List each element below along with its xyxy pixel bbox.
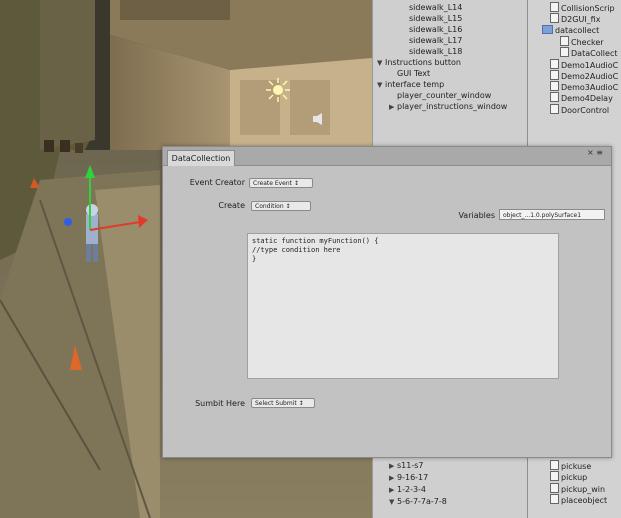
script-file-icon (550, 13, 559, 24)
hierarchy-item[interactable]: sidewalk_L16 (401, 24, 462, 35)
hierarchy-item[interactable]: ▶ player_instructions_window (389, 101, 507, 113)
hierarchy-item[interactable]: sidewalk_L14 (401, 2, 462, 13)
project-item[interactable]: DataCollect (560, 47, 617, 59)
project-item-label: pickup (561, 473, 588, 483)
hierarchy-item-label: sidewalk_L18 (409, 47, 463, 56)
submit-label: Sumbit Here (195, 399, 245, 408)
hierarchy-item-label: 9-16-17 (397, 473, 429, 482)
hierarchy-item-label: 1-2-3-4 (397, 485, 427, 494)
project-item[interactable]: CollisionScrip (550, 2, 615, 14)
expand-right-icon[interactable]: ▶ (389, 461, 397, 472)
project-item-label: pickup_win (561, 484, 606, 494)
window-titlebar[interactable]: DataCollection × ≡ (163, 147, 611, 166)
hierarchy-item[interactable]: ▶ 9-16-17 (389, 472, 428, 484)
script-file-icon (550, 69, 559, 80)
hierarchy-item-label: sidewalk_L14 (409, 3, 463, 12)
project-item-label: Checker (571, 37, 604, 47)
script-file-icon (550, 92, 559, 103)
project-item[interactable]: Demo2AudioC (550, 69, 619, 82)
create-event-dropdown[interactable]: Create Event ↕ (249, 178, 313, 188)
script-file-icon (550, 460, 559, 470)
script-file-icon (550, 493, 559, 504)
hierarchy-item[interactable]: player_counter_window (389, 90, 491, 101)
project-item[interactable]: placeobject (550, 493, 608, 506)
hierarchy-item-label: s11-s7 (397, 461, 424, 470)
speaker-icon[interactable] (312, 112, 326, 126)
project-item[interactable]: Demo3AudioC (550, 81, 618, 93)
hierarchy-item-label: interface temp (385, 80, 445, 89)
window-controls[interactable]: × ≡ (587, 148, 603, 157)
hierarchy-item[interactable]: sidewalk_L18 (401, 46, 462, 57)
hierarchy-item-label: 5-6-7-7a-7-8 (397, 497, 447, 506)
hierarchy-item-label: GUI Text (397, 69, 431, 78)
close-icon[interactable]: × (587, 148, 594, 157)
hierarchy-item[interactable]: GUI Text (389, 68, 430, 79)
expand-right-icon[interactable]: ▶ (389, 485, 397, 496)
code-line: //type condition here (252, 246, 341, 254)
project-item-label: Demo2AudioC (561, 71, 619, 81)
script-file-icon (550, 471, 559, 482)
project-item[interactable]: DoorControl (550, 103, 610, 116)
project-item[interactable]: datacollect (542, 24, 600, 36)
variables-label: Variables (458, 211, 495, 220)
tab-datacollection[interactable]: DataCollection (167, 150, 235, 166)
project-item-label: datacollect (555, 25, 600, 35)
project-item-label: placeobject (561, 495, 608, 505)
condition-dropdown[interactable]: Condition ↕ (251, 201, 311, 211)
hierarchy-item-label: sidewalk_L15 (409, 14, 463, 23)
select-submit-dropdown[interactable]: Select Submit ↕ (251, 398, 315, 408)
hierarchy-item-label: sidewalk_L17 (409, 36, 463, 45)
hierarchy-item-label: player_counter_window (397, 91, 492, 100)
script-file-icon (560, 35, 569, 46)
hierarchy-item-label: Instructions button (385, 58, 461, 67)
hierarchy-item[interactable]: sidewalk_L15 (401, 13, 462, 24)
hierarchy-item[interactable]: ▼ 5-6-7-7a-7-8 (389, 496, 447, 508)
script-file-icon (550, 58, 559, 69)
expand-right-icon[interactable]: ▶ (389, 102, 397, 113)
hierarchy-item[interactable]: sidewalk_L17 (401, 35, 462, 46)
hierarchy-item-label: player_instructions_window (397, 102, 508, 111)
sun-icon[interactable] (266, 78, 290, 102)
variables-field[interactable]: object_...1.0.polySurface1 (499, 209, 605, 220)
project-item-label: Demo1AudioC (561, 60, 619, 70)
event-creator-label: Event Creator (189, 178, 245, 187)
project-item[interactable]: pickup (550, 471, 587, 483)
expand-down-icon[interactable]: ▼ (389, 497, 397, 508)
project-item-label: CollisionScrip (561, 4, 615, 13)
project-item[interactable]: Demo4Delay (550, 92, 613, 104)
hierarchy-item-label: sidewalk_L16 (409, 25, 463, 34)
menu-icon[interactable]: ≡ (596, 148, 603, 157)
script-file-icon (550, 2, 559, 12)
script-file-icon (560, 47, 569, 58)
project-item[interactable]: D2GUI_fix (550, 13, 600, 25)
script-file-icon (550, 482, 559, 493)
project-item-label: Demo3AudioC (561, 83, 619, 93)
project-item[interactable]: Checker (560, 35, 604, 48)
hierarchy-item[interactable]: ▶ 1-2-3-4 (389, 484, 426, 496)
project-item-label: Demo4Delay (561, 94, 613, 104)
code-line: } (252, 255, 257, 263)
expand-right-icon[interactable]: ▶ (389, 473, 397, 484)
expand-down-icon[interactable]: ▼ (377, 58, 385, 69)
project-item[interactable]: pickuse (550, 460, 591, 472)
script-file-icon (550, 103, 559, 114)
project-item-label: DataCollect (571, 49, 618, 59)
folder-icon (542, 24, 553, 34)
code-editor[interactable]: static function myFunction() { //type co… (247, 233, 559, 379)
datacollection-window: DataCollection × ≡ Event Creator Create … (162, 146, 612, 458)
hierarchy-item[interactable]: ▶ s11-s7 (389, 460, 424, 472)
project-item-label: pickuse (561, 462, 592, 471)
create-label: Create (218, 201, 245, 210)
project-item-label: D2GUI_fix (561, 15, 601, 25)
project-item[interactable]: Demo1AudioC (550, 58, 619, 71)
code-line: static function myFunction() { (252, 237, 379, 245)
project-item[interactable]: pickup_win (550, 482, 606, 495)
script-file-icon (550, 81, 559, 92)
project-item-label: DoorControl (561, 105, 610, 115)
expand-down-icon[interactable]: ▼ (377, 80, 385, 91)
